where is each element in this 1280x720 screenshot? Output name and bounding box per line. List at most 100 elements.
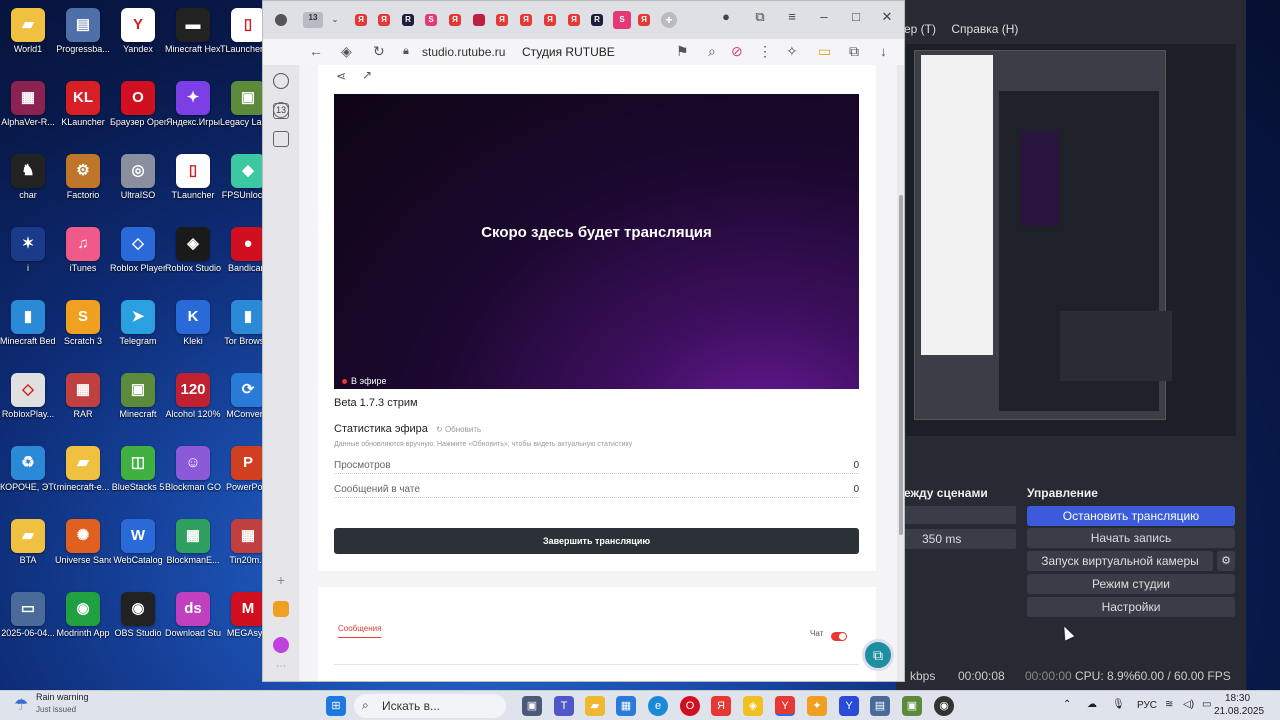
search-icon[interactable]: ⌕ [708,43,716,60]
end-stream-button[interactable]: Завершить трансляцию [334,528,859,554]
yandex-tab-icon[interactable]: Я [520,14,532,26]
share-icon[interactable]: ⋖ [336,69,346,83]
desktop-icon[interactable]: ▦ AlphaVer-R... [0,77,56,147]
desktop-icon[interactable]: ▦ BlockmanE... [165,515,221,585]
weather-icon[interactable]: ☂ [14,695,28,715]
desktop-icon[interactable]: W WebCatalog [110,515,166,585]
yandex-browser-icon[interactable]: Y [775,696,795,716]
clock-time[interactable]: 18:30 [1225,693,1250,704]
bookmark-icon[interactable]: ⚑ [676,43,689,60]
scrollbar[interactable] [897,65,904,681]
game-icon[interactable]: ✦ [807,696,827,716]
tab-icon[interactable] [473,14,485,26]
start-icon[interactable]: ⊞ [326,696,346,716]
edge-icon[interactable]: e [648,696,668,716]
desktop-icon[interactable]: ▰ World1 [0,4,56,74]
tabs-counter[interactable]: 13 [303,12,323,28]
screenshot-icon[interactable]: ⧉ [849,43,859,60]
desktop-icon[interactable]: ▮ Minecraft Bedroc... [0,296,56,366]
desktop-icon[interactable]: KL KLauncher [55,77,111,147]
obs-menu-help[interactable]: Справка (Н) [951,22,1018,36]
desktop-icon[interactable]: ▰ minecraft-e... [55,442,111,512]
alice-icon[interactable] [273,637,289,653]
battery-icon[interactable]: ▭ [818,43,831,60]
mic-icon[interactable]: 🎙︎ [1112,699,1125,710]
desktop-icon[interactable]: ☺ Blockman GO [165,442,221,512]
url-field[interactable]: studio.rutube.ru [422,45,505,59]
chat-toggle[interactable] [831,632,847,641]
desktop-icon[interactable]: ◇ Roblox Player [110,223,166,293]
taskview-icon[interactable]: ▣ [522,696,542,716]
more-icon[interactable]: ⋮ [758,43,772,60]
desktop-icon[interactable]: ✦ Яндекс.Игры [165,77,221,147]
desktop-icon[interactable]: Y Yandex [110,4,166,74]
refresh-button[interactable]: ↻ Обновить [436,425,481,434]
collections-icon[interactable]: ⧉ [750,7,770,27]
desktop-icon[interactable]: ♞ char [0,150,56,220]
desktop-icon[interactable]: ♻ КОРОЧЕ, ЭТО КОР... [0,442,56,512]
language-indicator[interactable]: РУС [1137,700,1157,711]
tab-messages[interactable]: Сообщения [338,624,382,638]
battery-icon[interactable]: ▭ [1202,699,1211,710]
chevron-down-icon[interactable]: ⌄ [329,14,341,26]
desktop-icon[interactable]: ds Download Studio [165,588,221,658]
clock-icon[interactable] [273,73,289,89]
desktop-icon[interactable]: ◉ OBS Studio [110,588,166,658]
yandex-tab-icon[interactable]: Я [638,14,650,26]
support-button[interactable]: ⧉ [862,639,894,671]
gear-icon[interactable]: ⚙ [1217,551,1235,571]
video-player[interactable]: Скоро здесь будет трансляция В эфире [334,94,859,389]
duration-field[interactable]: 350 ms [904,529,1016,549]
s-tab-icon[interactable]: S [425,14,437,26]
profile-icon[interactable]: ● [716,7,736,27]
app-icon[interactable]: ◈ [743,696,763,716]
desktop-icon[interactable]: ▰ BTA [0,515,56,585]
desktop-icon[interactable]: ➤ Telegram [110,296,166,366]
desktop-icon[interactable]: ▦ RAR [55,369,111,439]
reload-icon[interactable]: ↻ [373,43,385,60]
tabs-badge[interactable]: 13 [273,103,289,119]
virtual-camera-button[interactable]: Запуск виртуальной камеры [1027,551,1213,571]
minimize-button[interactable]: – [814,7,834,27]
opera-icon[interactable]: O [680,696,700,716]
rutube-tab-icon[interactable]: R [591,14,603,26]
desktop-icon[interactable]: ◎ UltraISO [110,150,166,220]
settings-button[interactable]: Настройки [1027,597,1235,617]
studio-mode-button[interactable]: Режим студии [1027,574,1235,594]
taskbar-search[interactable]: ⌕ Искать в... [354,694,506,718]
desktop-icon[interactable]: ▣ Minecraft [110,369,166,439]
desktop-icon[interactable]: 120 Alcohol 120% [165,369,221,439]
camera-icon[interactable] [273,131,289,147]
desktop-icon[interactable]: ▭ 2025-06-04... [0,588,56,658]
desktop-icon[interactable]: ✶ i [0,223,56,293]
more-apps-icon[interactable]: ⋯ [273,661,289,677]
desktop-icon[interactable]: ♫ iTunes [55,223,111,293]
transition-select[interactable] [904,506,1016,524]
yandex-tab-icon[interactable]: Я [378,14,390,26]
store-icon[interactable]: ▦ [616,696,636,716]
clock-date[interactable]: 21.08.2025 [1214,706,1264,717]
protect-icon[interactable]: ◈ [341,43,352,60]
download-icon[interactable]: ↓ [880,43,887,59]
yandex-tab-icon[interactable]: Я [496,14,508,26]
desktop-icon[interactable]: ▯ TLauncher [165,150,221,220]
menu-icon[interactable]: ≡ [782,7,802,27]
obs-menu-tools[interactable]: ер (Т) [904,22,936,36]
start-recording-button[interactable]: Начать запись [1027,528,1235,548]
weather-title[interactable]: Rain warning [36,692,89,702]
desktop-icon[interactable]: ◇ RobloxPlay... [0,369,56,439]
explorer-icon[interactable]: ▰ [585,696,605,716]
desktop-icon[interactable]: ▬ Minecraft Hex (NOT... [165,4,221,74]
yandex-tab-icon[interactable]: Я [568,14,580,26]
browser-menu-icon[interactable] [275,14,287,26]
desktop-icon[interactable]: ◈ Roblox Studio [165,223,221,293]
notes-icon[interactable]: ▤ [870,696,890,716]
teams-icon[interactable]: T [554,696,574,716]
desktop-icon[interactable]: ◉ Modrinth App [55,588,111,658]
external-link-icon[interactable]: ↗ [362,68,372,82]
yandex-icon[interactable]: Я [711,696,731,716]
back-icon[interactable]: ← [309,43,323,59]
minecraft-icon[interactable]: ▣ [902,696,922,716]
yandex-tab-icon[interactable]: Я [355,14,367,26]
new-tab-button[interactable]: + [661,12,677,28]
